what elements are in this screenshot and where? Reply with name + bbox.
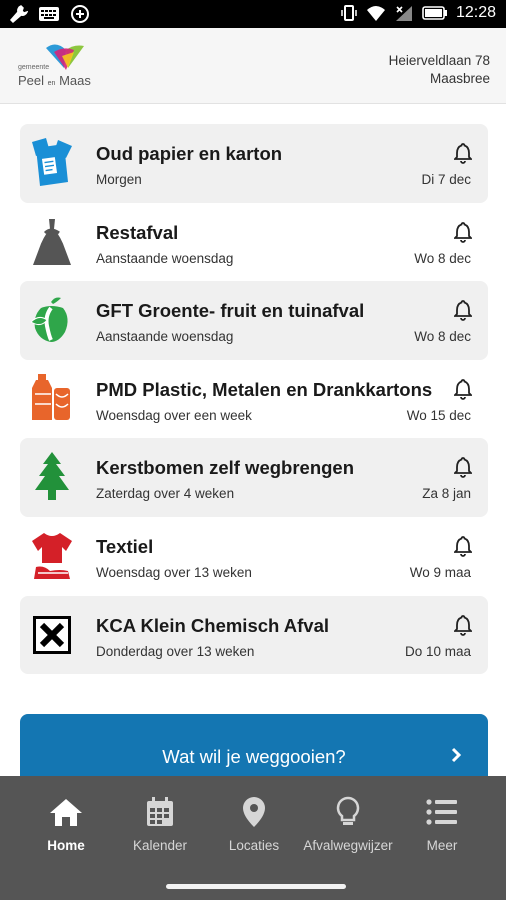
hazardous-waste-icon xyxy=(28,610,76,660)
status-bar: 12:28 xyxy=(0,0,506,28)
bell-icon[interactable] xyxy=(454,614,472,636)
pickup-row-kca[interactable]: KCA Klein Chemisch Afval Donderdag over … xyxy=(20,595,488,675)
trash-bag-icon xyxy=(28,217,76,267)
address-city: Maasbree xyxy=(429,71,490,86)
pickup-title: Oud papier en karton xyxy=(96,143,283,164)
municipality-logo: gemeente Peel en Maas xyxy=(18,42,128,92)
pickup-row-kerstbomen[interactable]: Kerstbomen zelf wegbrengen Zaterdag over… xyxy=(20,438,488,517)
pickup-relative-date: Aanstaande woensdag xyxy=(96,329,234,345)
pickup-relative-date: Woensdag over 13 weken xyxy=(96,564,252,580)
pickup-relative-date: Donderdag over 13 weken xyxy=(96,643,255,659)
pickup-relative-date: Aanstaande woensdag xyxy=(96,250,234,266)
nav-label: Afvalwegwijzer xyxy=(303,838,393,853)
nav-locaties[interactable]: Locaties xyxy=(204,794,304,853)
address-street: Heierveldlaan 78 xyxy=(388,53,490,68)
paper-recycling-icon xyxy=(28,138,76,188)
pickup-relative-date: Woensdag over een week xyxy=(96,407,252,423)
pickup-title: Restafval xyxy=(96,221,179,243)
pickup-row-paper[interactable]: Oud papier en karton Morgen Di 7 dec xyxy=(20,124,488,203)
nav-label: Locaties xyxy=(228,838,280,853)
nav-meer[interactable]: Meer xyxy=(392,794,492,853)
app-header: gemeente Peel en Maas Heierveldlaan 78 M… xyxy=(0,28,506,104)
plastic-bottle-icon xyxy=(28,373,76,424)
pickup-date: Wo 9 maa xyxy=(409,564,471,580)
sync-icon xyxy=(71,5,89,23)
pickup-date: Wo 15 dec xyxy=(406,407,471,423)
pickup-row-pmd[interactable]: PMD Plastic, Metalen en Drankkartons Woe… xyxy=(20,360,488,439)
pickup-title: KCA Klein Chemisch Afval xyxy=(96,614,330,636)
lightbulb-icon xyxy=(336,796,360,825)
pickup-row-restafval[interactable]: Restafval Aanstaande woensdag Wo 8 dec xyxy=(20,203,488,282)
pickup-date: Wo 8 dec xyxy=(414,329,471,345)
logo-name: Peel en Maas xyxy=(18,73,91,88)
pickup-relative-date: Morgen xyxy=(96,172,142,187)
pickup-date: Za 8 jan xyxy=(422,486,471,502)
organic-waste-icon xyxy=(28,295,76,345)
pickup-title: Kerstbomen zelf wegbrengen xyxy=(96,457,355,479)
chevron-right-icon xyxy=(451,747,462,763)
pickup-list: Oud papier en karton Morgen Di 7 dec Res… xyxy=(20,124,488,675)
pickup-date: Di 7 dec xyxy=(421,172,471,187)
bell-icon[interactable] xyxy=(454,299,472,322)
calendar-icon xyxy=(147,797,173,826)
clock: 12:28 xyxy=(455,4,496,21)
signal-icon xyxy=(395,6,412,21)
nav-label: Kalender xyxy=(132,838,188,853)
bell-icon[interactable] xyxy=(454,378,472,400)
wifi-icon xyxy=(366,6,385,21)
menu-list-icon xyxy=(426,799,457,825)
waste-guide-label: Wat wil je weggooien? xyxy=(162,746,346,767)
pickup-title: GFT Groente- fruit en tuinafval xyxy=(96,300,365,322)
logo-mark-icon xyxy=(46,44,84,70)
nav-home[interactable]: Home xyxy=(16,794,116,853)
nav-afvalwegwijzer[interactable]: Afvalwegwijzer xyxy=(298,794,398,853)
pickup-row-gft[interactable]: GFT Groente- fruit en tuinafval Aanstaan… xyxy=(20,281,488,360)
logo-small-text: gemeente xyxy=(18,64,50,71)
bell-icon[interactable] xyxy=(454,221,472,243)
bell-icon[interactable] xyxy=(454,535,472,557)
pickup-date: Do 10 maa xyxy=(404,643,471,659)
christmas-tree-icon xyxy=(28,452,76,502)
bell-icon[interactable] xyxy=(454,142,472,164)
textile-icon xyxy=(28,531,76,581)
pickup-relative-date: Zaterdag over 4 weken xyxy=(96,486,235,502)
pickup-date: Wo 8 dec xyxy=(414,250,471,266)
pickup-row-textiel[interactable]: Textiel Woensdag over 13 weken Wo 9 maa xyxy=(20,517,488,596)
pickup-title: PMD Plastic, Metalen en Drankkartons xyxy=(96,378,433,400)
pickup-title: Textiel xyxy=(96,535,154,557)
nav-label: Home xyxy=(47,838,85,853)
location-pin-icon xyxy=(243,797,265,827)
keyboard-icon xyxy=(39,7,59,21)
gesture-home-bar[interactable] xyxy=(166,884,346,889)
bottom-navigation: Home Kalender Locaties Afvalwegwijzer Me… xyxy=(0,776,506,900)
wrench-icon xyxy=(9,5,28,24)
bell-icon[interactable] xyxy=(454,456,472,479)
battery-icon xyxy=(422,6,447,20)
home-icon xyxy=(50,799,82,826)
address[interactable]: Heierveldlaan 78 Maasbree xyxy=(389,52,490,88)
vibrate-icon xyxy=(341,5,357,21)
nav-label: Meer xyxy=(426,838,458,853)
nav-kalender[interactable]: Kalender xyxy=(110,794,210,853)
